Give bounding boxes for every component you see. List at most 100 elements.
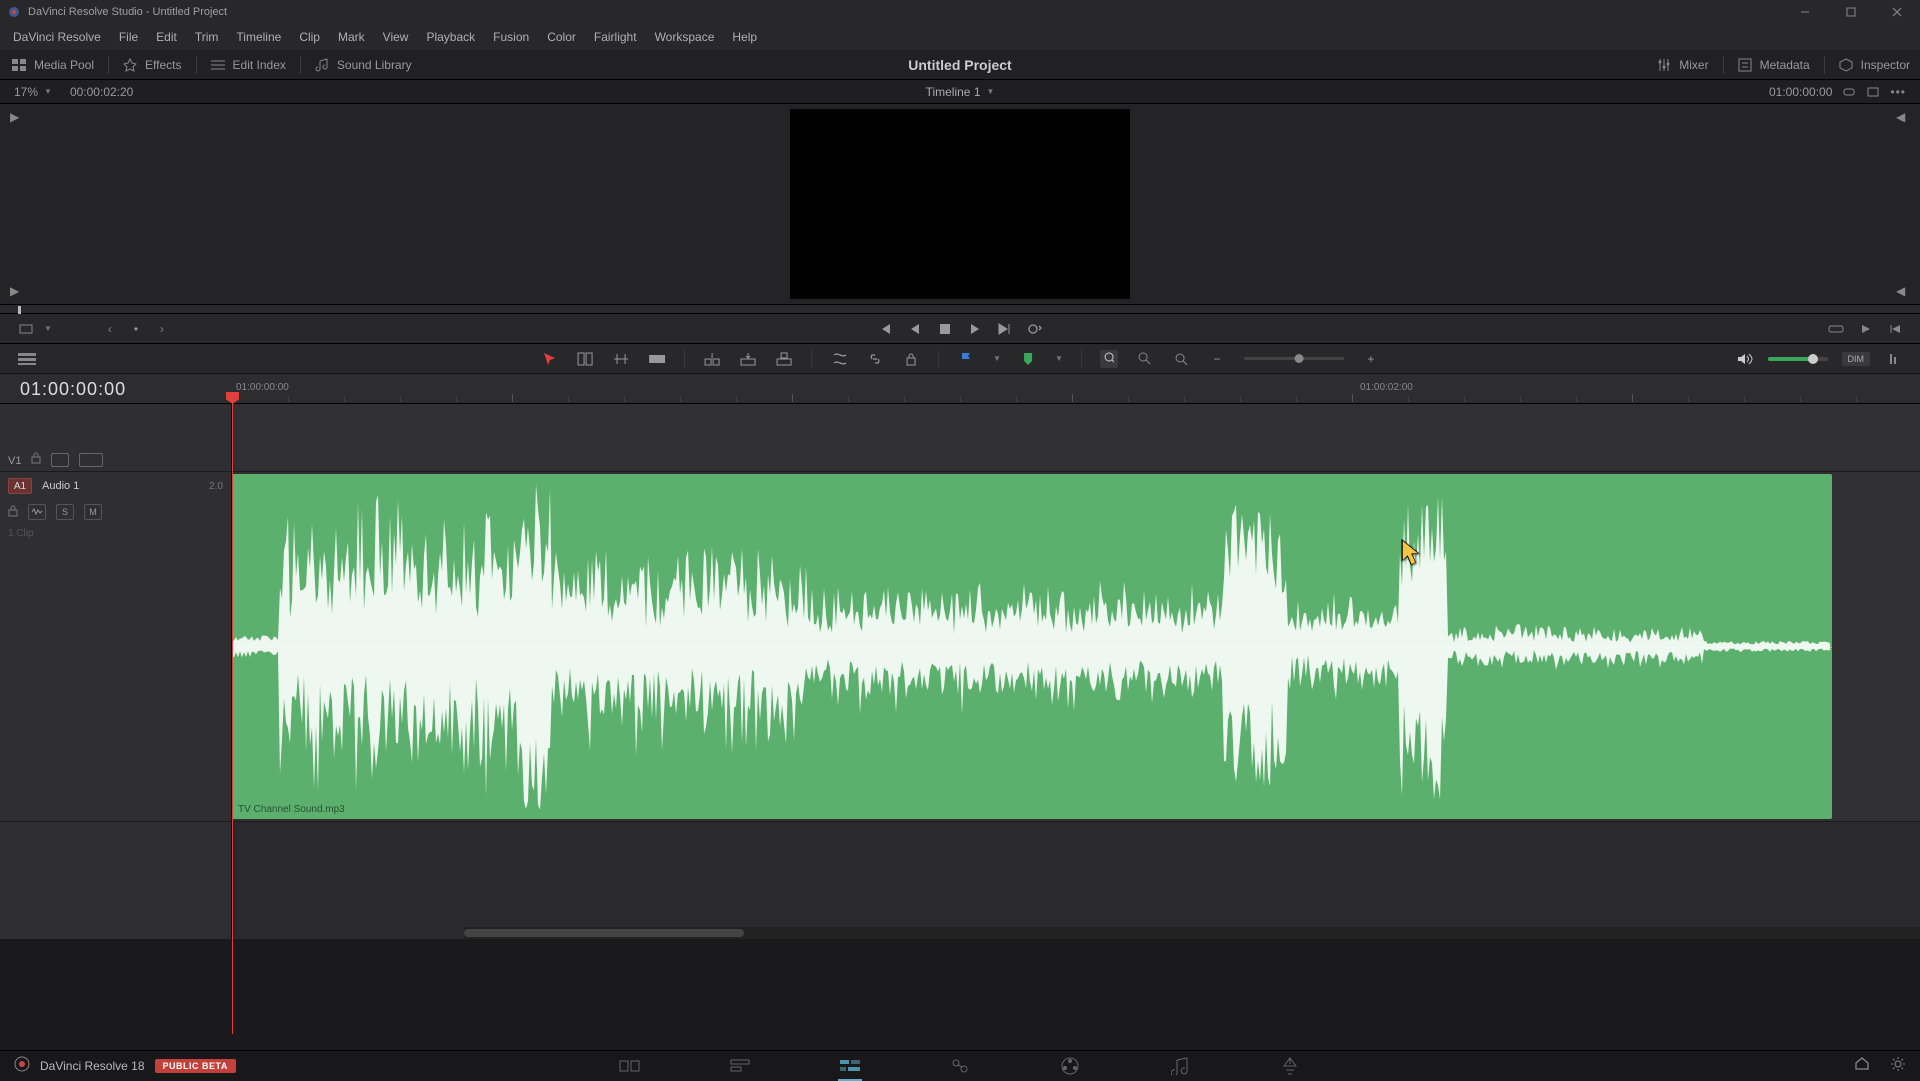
- menu-workspace[interactable]: Workspace: [646, 26, 724, 48]
- expand-right-icon[interactable]: ◀: [1896, 110, 1910, 124]
- match-frame-icon[interactable]: [18, 321, 34, 337]
- timeline-name-dropdown[interactable]: Timeline 1 ▼: [926, 85, 995, 99]
- meters-icon[interactable]: [1884, 350, 1902, 368]
- menu-fairlight[interactable]: Fairlight: [585, 26, 646, 48]
- chevron-down-icon[interactable]: ▼: [1055, 354, 1063, 363]
- timeline-h-scrollbar[interactable]: [464, 927, 1920, 939]
- solo-button[interactable]: S: [56, 504, 74, 520]
- chevron-down-icon[interactable]: ▼: [993, 354, 1001, 363]
- menu-file[interactable]: File: [110, 26, 147, 48]
- maximize-button[interactable]: [1828, 0, 1874, 24]
- replace-clip-icon[interactable]: [775, 350, 793, 368]
- play-button[interactable]: [967, 321, 983, 337]
- page-color[interactable]: [1050, 1051, 1090, 1081]
- selection-tool-icon[interactable]: [540, 350, 558, 368]
- zoom-slider[interactable]: [1244, 357, 1344, 360]
- audio-track-header[interactable]: A1 Audio 1 2.0 S M 1 Clip: [0, 472, 231, 822]
- menu-trim[interactable]: Trim: [186, 26, 228, 48]
- panel-toggle-sound-library[interactable]: Sound Library: [315, 58, 412, 72]
- dynamic-trim-icon[interactable]: [612, 350, 630, 368]
- zoom-in-icon[interactable]: +: [1362, 350, 1380, 368]
- next-frame-button[interactable]: [997, 321, 1013, 337]
- overwrite-icon[interactable]: [1858, 321, 1874, 337]
- menu-help[interactable]: Help: [723, 26, 766, 48]
- video-track-lane[interactable]: [232, 404, 1920, 472]
- zoom-out-icon[interactable]: −: [1208, 350, 1226, 368]
- overwrite-clip-icon[interactable]: [739, 350, 757, 368]
- audio-track-lane[interactable]: TV Channel Sound.mp3: [232, 472, 1920, 822]
- chevron-down-icon[interactable]: ▼: [44, 324, 52, 333]
- search-icon[interactable]: [1136, 350, 1154, 368]
- audio-clip[interactable]: TV Channel Sound.mp3: [232, 474, 1832, 819]
- track-thumb-icon[interactable]: [79, 453, 103, 467]
- video-track-header[interactable]: V1: [0, 404, 231, 472]
- blade-tool-icon[interactable]: [648, 350, 666, 368]
- mini-scrubber[interactable]: [0, 304, 1920, 314]
- panel-toggle-media-pool[interactable]: Media Pool: [12, 58, 94, 72]
- waveform-toggle-icon[interactable]: [28, 504, 46, 520]
- expand-left-icon[interactable]: ▶: [10, 284, 24, 298]
- panel-toggle-inspector[interactable]: Inspector: [1839, 56, 1910, 74]
- lock-icon[interactable]: [31, 452, 41, 467]
- insert-icon[interactable]: [1828, 321, 1844, 337]
- expand-left-icon[interactable]: ▶: [10, 110, 24, 124]
- prev-frame-button[interactable]: [907, 321, 923, 337]
- timeline-viewer[interactable]: ▶ ◀ ▶ ◀: [0, 104, 1920, 304]
- loop-button[interactable]: [1027, 321, 1043, 337]
- search-zoom-icon[interactable]: [1100, 350, 1118, 368]
- minimize-button[interactable]: [1782, 0, 1828, 24]
- marker-icon[interactable]: [1019, 350, 1037, 368]
- expand-right-icon[interactable]: ◀: [1896, 284, 1910, 298]
- home-icon[interactable]: [1854, 1056, 1870, 1075]
- panel-toggle-edit-index[interactable]: Edit Index: [211, 58, 286, 72]
- menu-clip[interactable]: Clip: [290, 26, 329, 48]
- scrubber-playhead[interactable]: [18, 306, 21, 314]
- replace-icon[interactable]: [1888, 321, 1904, 337]
- page-edit[interactable]: [830, 1051, 870, 1081]
- lock-icon[interactable]: [8, 505, 18, 520]
- search-custom-icon[interactable]: [1172, 350, 1190, 368]
- lock-icon[interactable]: [902, 350, 920, 368]
- timeline-timecode[interactable]: 01:00:00:00: [20, 374, 126, 404]
- menu-edit[interactable]: Edit: [147, 26, 186, 48]
- first-frame-button[interactable]: [877, 321, 893, 337]
- flag-icon[interactable]: [957, 350, 975, 368]
- panel-toggle-metadata[interactable]: Metadata: [1738, 56, 1810, 74]
- viewer-options-icon[interactable]: •••: [1890, 85, 1906, 99]
- viewer-zoom-dropdown[interactable]: 17% ▼: [14, 85, 52, 99]
- menu-view[interactable]: View: [374, 26, 418, 48]
- page-cut[interactable]: [720, 1051, 760, 1081]
- page-fairlight[interactable]: [1160, 1051, 1200, 1081]
- settings-gear-icon[interactable]: [1890, 1056, 1906, 1075]
- volume-slider[interactable]: [1768, 357, 1828, 361]
- insert-clip-icon[interactable]: [703, 350, 721, 368]
- stop-button[interactable]: [937, 321, 953, 337]
- page-media[interactable]: [610, 1051, 650, 1081]
- menu-davinci-resolve[interactable]: DaVinci Resolve: [4, 26, 110, 48]
- menu-playback[interactable]: Playback: [417, 26, 484, 48]
- track-thumb-icon[interactable]: [51, 453, 69, 467]
- dim-button[interactable]: DIM: [1842, 352, 1871, 366]
- menu-timeline[interactable]: Timeline: [227, 26, 290, 48]
- page-fusion[interactable]: [940, 1051, 980, 1081]
- panel-toggle-effects[interactable]: Effects: [123, 58, 181, 72]
- menu-fusion[interactable]: Fusion: [484, 26, 538, 48]
- trim-tool-icon[interactable]: [576, 350, 594, 368]
- close-button[interactable]: [1874, 0, 1920, 24]
- panel-toggle-mixer[interactable]: Mixer: [1657, 56, 1708, 74]
- timeline-ruler[interactable]: 01:00:00:00 01:00:00:0001:00:02:00: [0, 374, 1920, 404]
- retime-icon[interactable]: [830, 350, 848, 368]
- prev-nav-icon[interactable]: ‹: [102, 321, 118, 337]
- page-deliver[interactable]: [1270, 1051, 1310, 1081]
- timeline-view-icon[interactable]: [18, 350, 36, 368]
- single-viewer-icon[interactable]: [1866, 85, 1880, 99]
- page-nav-bar: DaVinci Resolve 18 PUBLIC BETA: [0, 1050, 1920, 1080]
- menu-mark[interactable]: Mark: [329, 26, 374, 48]
- speaker-icon[interactable]: [1736, 350, 1754, 368]
- loop-icon[interactable]: [1842, 85, 1856, 99]
- mute-button[interactable]: M: [84, 504, 102, 520]
- audio-track-dest[interactable]: A1: [8, 478, 32, 494]
- next-nav-icon[interactable]: ›: [154, 321, 170, 337]
- menu-color[interactable]: Color: [538, 26, 585, 48]
- link-icon[interactable]: [866, 350, 884, 368]
